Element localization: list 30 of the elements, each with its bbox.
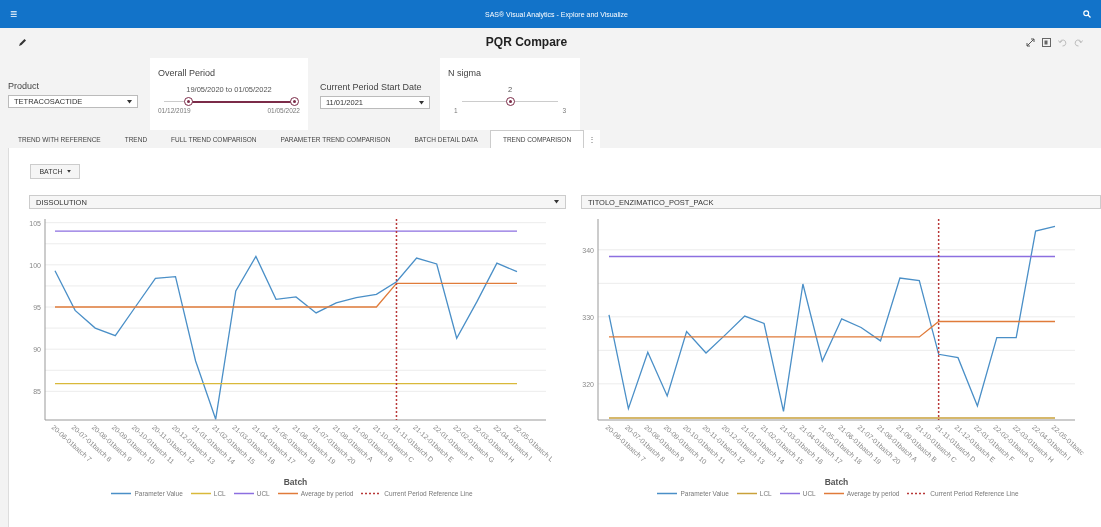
caret-icon xyxy=(127,99,132,104)
caret-icon xyxy=(554,200,559,204)
product-label: Product xyxy=(8,81,41,91)
legend-swatch xyxy=(233,492,254,495)
menu-icon[interactable]: ≡ xyxy=(10,7,30,21)
x-axis-title: Batch xyxy=(824,477,849,487)
slider-handle[interactable] xyxy=(184,97,194,106)
legend-swatch xyxy=(779,492,800,495)
start-date-label: Current Period Start Date xyxy=(320,82,423,92)
report-title: PQR Compare xyxy=(484,35,569,49)
legend-swatch xyxy=(907,492,928,495)
caret-icon xyxy=(66,170,71,173)
tab-menu-icon[interactable]: ⋮ xyxy=(584,130,601,148)
slider-handle[interactable] xyxy=(289,97,299,106)
legend-swatch xyxy=(657,492,678,495)
legend-swatch xyxy=(111,492,132,495)
x-axis-title: Batch xyxy=(283,477,308,487)
legend-swatch xyxy=(361,492,382,495)
overall-period-label: Overall Period xyxy=(158,68,217,78)
expand-icon[interactable] xyxy=(1026,37,1035,47)
panel-icon[interactable] xyxy=(1042,37,1051,47)
caret-icon xyxy=(419,100,424,105)
legend-swatch xyxy=(823,492,844,495)
legend-swatch xyxy=(277,492,298,495)
pencil-icon[interactable] xyxy=(18,37,27,47)
legend-swatch xyxy=(736,492,757,495)
slider-handle[interactable] xyxy=(505,97,515,106)
search-icon[interactable] xyxy=(1083,10,1091,18)
n-sigma-label: N sigma xyxy=(448,68,482,78)
legend-swatch xyxy=(190,492,211,495)
